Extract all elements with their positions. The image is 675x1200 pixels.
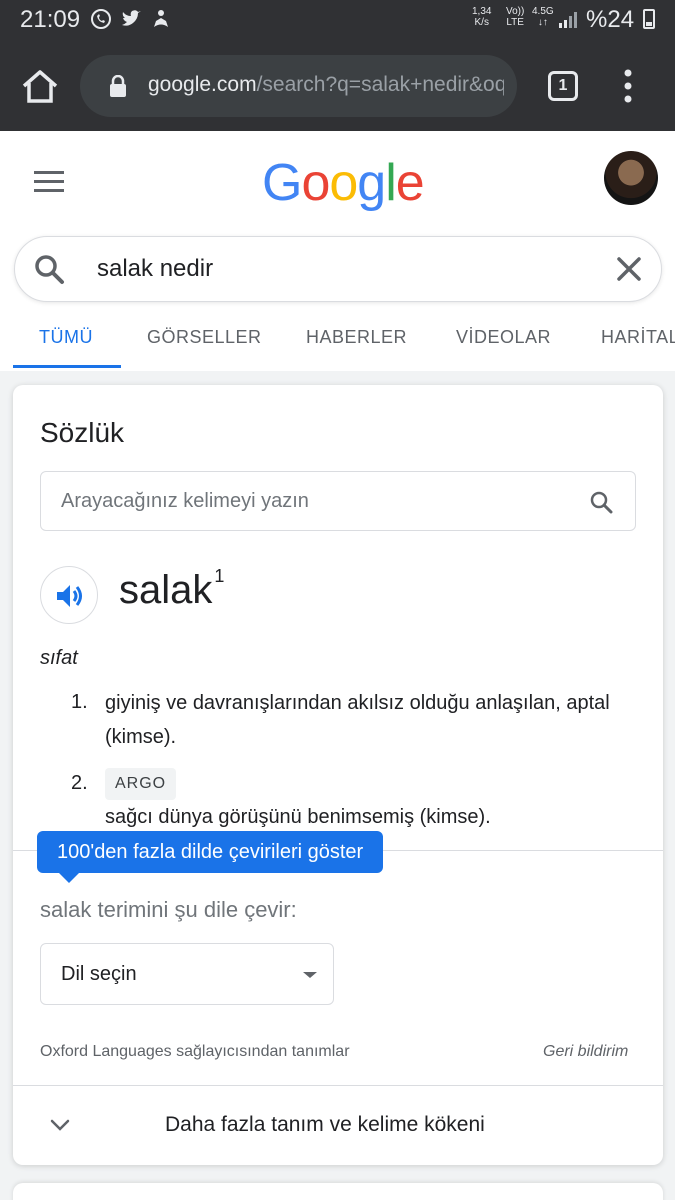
signal-icon — [559, 12, 577, 28]
volte-indicator: Vo)) LTE — [506, 6, 525, 28]
pronunciation-button[interactable] — [40, 566, 98, 624]
network-type: 4.5G ↓↑ — [532, 6, 554, 28]
dictionary-search-input[interactable] — [41, 472, 581, 530]
headword-superscript: 1 — [214, 566, 225, 586]
search-box[interactable]: salak nedir — [14, 236, 662, 302]
close-icon[interactable] — [615, 255, 643, 283]
dictionary-card: Sözlük salak1 sıfat 1. giyiniş ve davran… — [13, 385, 663, 1165]
dictionary-search[interactable] — [40, 471, 636, 531]
battery-icon — [643, 9, 655, 29]
google-logo[interactable]: Google — [262, 153, 425, 213]
whatsapp-icon — [90, 8, 112, 30]
tab-images[interactable]: GÖRSELLER — [147, 327, 262, 348]
translate-tooltip[interactable]: 100'den fazla dilde çevirileri göster — [37, 831, 384, 883]
notification-icons — [90, 8, 172, 30]
definition-text: sağcı dünya görüşünü benimsemiş (kimse). — [105, 806, 491, 828]
tab-videos[interactable]: VİDEOLAR — [456, 327, 551, 348]
avatar[interactable] — [604, 151, 658, 205]
dropdown-arrow-icon — [303, 972, 317, 978]
card-title: Sözlük — [40, 417, 125, 448]
search-input[interactable]: salak nedir — [97, 255, 213, 283]
active-tab-indicator — [13, 365, 121, 368]
status-bar: 21:09 1,34 K/s Vo)) LTE 4.5G ↓↑ %24 — [0, 0, 675, 40]
google-header: Google salak nedir TÜMÜ GÖRSELLER HABERL… — [0, 131, 675, 371]
yoga-app-icon — [150, 8, 172, 30]
more-definitions-label: Daha fazla tanım ve kelime kökeni — [165, 1113, 485, 1136]
search-icon[interactable] — [33, 253, 65, 285]
next-result-card — [13, 1183, 663, 1200]
source-attribution: Oxford Languages sağlayıcısından tanımla… — [40, 1043, 350, 1060]
headword: salak 1 — [119, 566, 225, 612]
search-icon[interactable] — [589, 490, 613, 514]
tab-all[interactable]: TÜMÜ — [39, 327, 93, 348]
url-text[interactable]: google.com/search?q=salak+nedir&oq — [148, 73, 504, 97]
search-tabs: TÜMÜ GÖRSELLER HABERLER VİDEOLAR HARİTAL… — [0, 321, 675, 368]
lock-icon — [110, 75, 126, 97]
home-icon[interactable] — [20, 68, 60, 104]
language-select[interactable]: Dil seçin — [40, 943, 334, 1005]
definition-text: giyiniş ve davranışlarından akılsız oldu… — [105, 692, 610, 748]
hamburger-menu-icon[interactable] — [34, 171, 64, 193]
definition-number: 1. — [71, 691, 88, 713]
more-definitions-button[interactable]: Daha fazla tanım ve kelime kökeni — [13, 1086, 663, 1165]
part-of-speech: sıfat — [40, 647, 78, 669]
more-options-icon[interactable] — [620, 68, 636, 104]
speaker-icon — [57, 585, 82, 607]
network-speed: 1,34 K/s — [472, 6, 492, 28]
tab-maps[interactable]: HARİTALAR — [601, 327, 675, 348]
address-bar[interactable]: google.com/search?q=salak+nedir&oq — [80, 55, 517, 117]
translate-label: salak terimini şu dile çevir: — [40, 897, 297, 922]
twitter-icon — [120, 8, 142, 30]
tab-switcher-button[interactable]: 1 — [548, 71, 578, 101]
clock: 21:09 — [20, 6, 81, 33]
browser-toolbar: google.com/search?q=salak+nedir&oq 1 — [0, 40, 675, 131]
register-label: ARGO — [105, 768, 177, 800]
language-select-value: Dil seçin — [61, 963, 137, 985]
battery-percent: %24 — [586, 6, 635, 33]
feedback-link[interactable]: Geri bildirim — [543, 1043, 628, 1061]
definition-number: 2. — [71, 772, 88, 794]
chevron-down-icon — [50, 1119, 70, 1131]
tab-news[interactable]: HABERLER — [306, 327, 407, 348]
